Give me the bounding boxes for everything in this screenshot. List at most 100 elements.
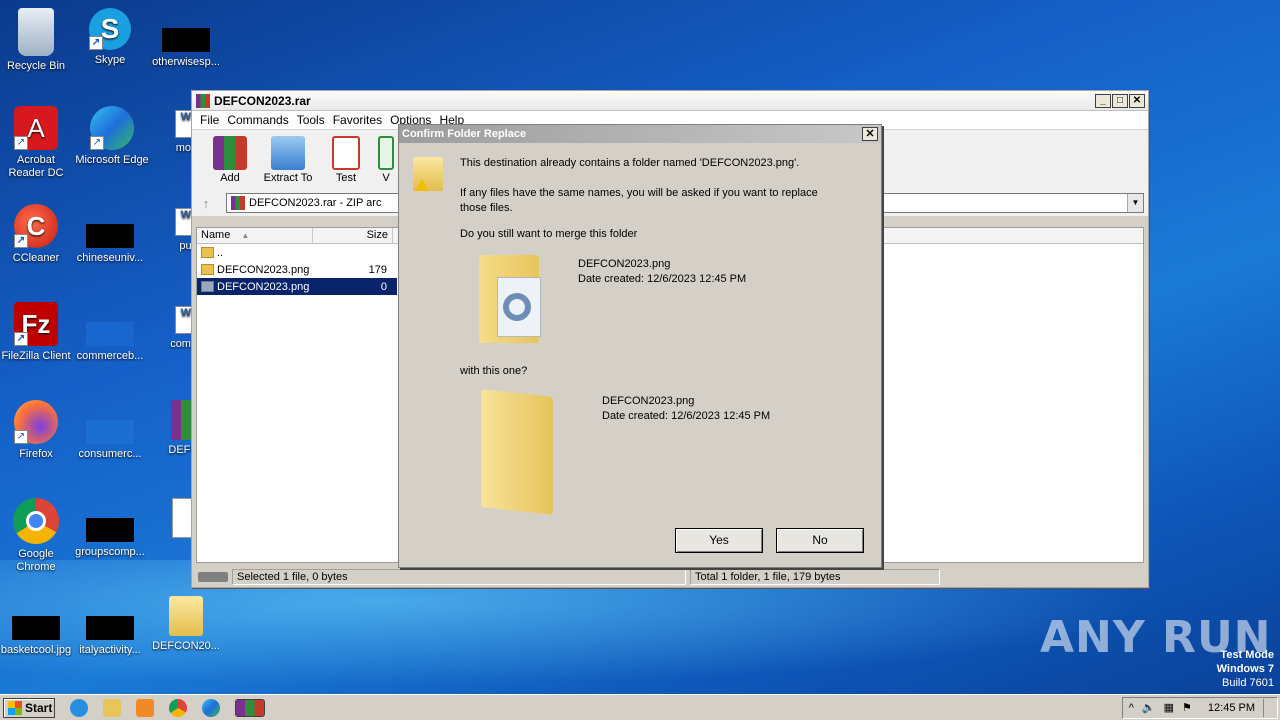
status-selected: Selected 1 file, 0 bytes — [232, 569, 686, 585]
shortcut-arrow-icon: ↗ — [14, 430, 28, 444]
yes-button[interactable]: Yes — [675, 528, 763, 553]
desktop-icon-otherwisesp[interactable]: otherwisesp... — [146, 8, 226, 69]
dialog-message-1: This destination already contains a fold… — [460, 157, 800, 169]
desktop-icon-edge[interactable]: ↗ Microsoft Edge — [72, 106, 152, 167]
windows-version-line: Windows 7 — [1216, 663, 1274, 675]
winrar-titlebar[interactable]: DEFCON2023.rar _ □ ✕ — [192, 91, 1148, 111]
edge-taskbar-icon[interactable] — [202, 698, 220, 717]
menu-tools[interactable]: Tools — [293, 113, 329, 127]
drive-icon — [198, 572, 228, 582]
shortcut-arrow-icon: ↗ — [14, 234, 28, 248]
chevron-down-icon[interactable]: ▼ — [1127, 194, 1143, 212]
close-button[interactable]: ✕ — [1129, 93, 1145, 108]
winrar-app-icon — [196, 93, 210, 108]
desktop-icon-commerceb[interactable]: commerceb... — [70, 302, 150, 363]
archive-path-text: DEFCON2023.rar - ZIP arc — [249, 197, 382, 209]
action-center-flag-icon[interactable]: ⚑ — [1182, 701, 1192, 714]
dialog-message-2b: those files. — [460, 202, 513, 214]
desktop-icon-italyactivity[interactable]: italyactivity... — [70, 596, 150, 657]
minimize-button[interactable]: _ — [1095, 93, 1111, 108]
shortcut-arrow-icon: ↗ — [89, 36, 103, 50]
test-mode-line: Test Mode — [1220, 649, 1274, 661]
desktop-icon-chineseuniv[interactable]: chineseuniv... — [70, 204, 150, 265]
taskbar: Start ^ 🔈 ▦ ⚑ 12:45 PM — [0, 694, 1280, 720]
chrome-taskbar-icon[interactable] — [169, 698, 187, 717]
start-button[interactable]: Start — [3, 697, 55, 718]
status-total: Total 1 folder, 1 file, 179 bytes — [690, 569, 940, 585]
shortcut-arrow-icon: ↗ — [14, 136, 28, 150]
menu-commands[interactable]: Commands — [223, 113, 292, 127]
windows-logo-icon — [8, 700, 22, 715]
folder-icon — [169, 596, 203, 636]
desktop-icon-chrome[interactable]: Google Chrome — [0, 498, 76, 574]
blank-file-icon — [86, 420, 134, 444]
edge-icon: ↗ — [90, 106, 134, 150]
desktop-icon-firefox[interactable]: ↗ Firefox — [0, 400, 76, 461]
test-clipboard-icon — [332, 136, 360, 170]
acrobat-icon: A ↗ — [14, 106, 58, 150]
winrar-taskbar-icon[interactable] — [235, 698, 265, 717]
with-this-one-label: with this one? — [460, 365, 528, 377]
status-bar: Selected 1 file, 0 bytes Total 1 folder,… — [192, 567, 1148, 587]
skype-icon: S ↗ — [89, 8, 131, 50]
desktop-icon-basketcool[interactable]: basketcool.jpg — [0, 596, 76, 657]
dialog-message-2a: If any files have the same names, you wi… — [460, 187, 818, 199]
network-icon[interactable]: ▦ — [1164, 701, 1174, 714]
folder-up-icon — [201, 247, 214, 258]
menu-file[interactable]: File — [196, 113, 223, 127]
maximize-button[interactable]: □ — [1112, 93, 1128, 108]
list-item-file-selected[interactable]: DEFCON2023.png 0 — [197, 278, 397, 295]
show-desktop-button[interactable] — [1263, 698, 1271, 717]
blank-file-icon — [86, 518, 134, 542]
dialog-title: Confirm Folder Replace — [402, 128, 527, 140]
shortcut-arrow-icon: ↗ — [14, 332, 28, 346]
menu-favorites[interactable]: Favorites — [329, 113, 386, 127]
extract-folder-icon — [271, 136, 305, 170]
new-folder-name: DEFCON2023.png — [602, 395, 695, 407]
warning-icon — [415, 179, 429, 191]
desktop-icon-groupscomp[interactable]: groupscomp... — [70, 498, 150, 559]
desktop-icon-defcon-folder[interactable]: DEFCON20... — [146, 596, 226, 653]
media-player-icon[interactable] — [136, 698, 154, 717]
confirm-folder-replace-dialog: Confirm Folder Replace ✕ This destinatio… — [398, 124, 882, 568]
text-file-icon — [172, 498, 192, 538]
tray-expand-icon[interactable]: ^ — [1129, 702, 1134, 714]
archive-small-icon — [231, 196, 245, 210]
existing-folder-icon — [479, 255, 547, 347]
column-header-size[interactable]: Size — [313, 228, 393, 243]
up-arrow-icon[interactable]: ↑ — [196, 196, 216, 211]
dialog-question: Do you still want to merge this folder — [460, 228, 638, 240]
blank-file-icon — [86, 322, 134, 346]
dialog-titlebar[interactable]: Confirm Folder Replace ✕ — [399, 125, 881, 143]
desktop-icon-consumerc[interactable]: consumerc... — [70, 400, 150, 461]
desktop-icon-acrobat[interactable]: A ↗ Acrobat Reader DC — [0, 106, 76, 180]
firefox-icon: ↗ — [14, 400, 58, 444]
view-icon — [378, 136, 394, 170]
column-header-name[interactable]: Name ▲ — [197, 228, 313, 243]
clock[interactable]: 12:45 PM — [1208, 702, 1255, 714]
dialog-close-button[interactable]: ✕ — [862, 127, 878, 141]
blank-file-icon — [86, 224, 134, 248]
internet-explorer-icon[interactable] — [70, 698, 88, 717]
view-button[interactable]: V — [376, 136, 396, 184]
desktop-icon-recycle-bin[interactable]: Recycle Bin — [0, 8, 76, 73]
desktop-icon-filezilla[interactable]: Fz ↗ FileZilla Client — [0, 302, 76, 363]
test-button[interactable]: Test — [318, 136, 374, 184]
extract-to-button[interactable]: Extract To — [260, 136, 316, 184]
new-folder-date: Date created: 12/6/2023 12:45 PM — [602, 410, 771, 422]
file-icon — [201, 281, 214, 292]
existing-folder-name: DEFCON2023.png — [578, 258, 671, 270]
add-button[interactable]: Add — [202, 136, 258, 184]
volume-icon[interactable]: 🔈 — [1142, 701, 1156, 714]
no-button[interactable]: No — [776, 528, 864, 553]
build-line: Build 7601 — [1222, 677, 1274, 689]
warning-folder-icon — [413, 157, 443, 191]
desktop-icon-ccleaner[interactable]: C ↗ CCleaner — [0, 204, 76, 265]
test-mode-notice: Test Mode Windows 7 Build 7601 — [1217, 648, 1274, 690]
chrome-icon — [13, 498, 59, 544]
file-explorer-icon[interactable] — [103, 698, 121, 717]
blank-file-icon — [162, 28, 210, 52]
desktop-icon-skype[interactable]: S ↗ Skype — [70, 8, 150, 67]
window-title: DEFCON2023.rar — [214, 93, 311, 108]
image-file-icon — [12, 616, 60, 640]
